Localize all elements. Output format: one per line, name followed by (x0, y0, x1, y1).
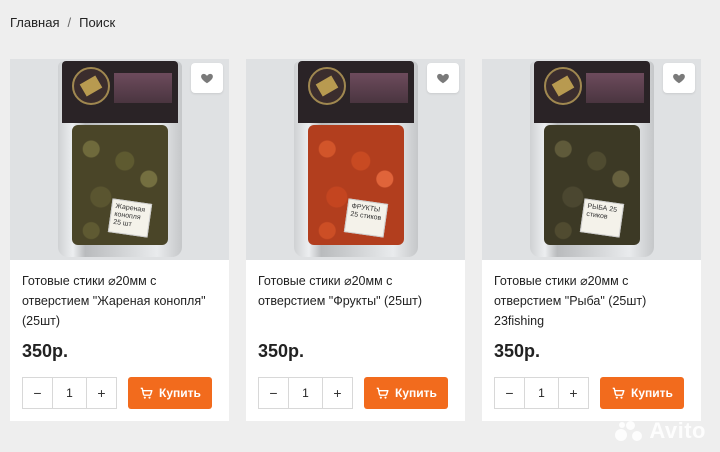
quantity-stepper: − 1 + (494, 377, 589, 409)
product-price: 350р. (22, 341, 69, 361)
brand-logo (308, 67, 346, 105)
buy-button[interactable]: Купить (128, 377, 212, 409)
product-sticker: Жареная конопля 25 шт (107, 198, 153, 238)
quantity-increase-button[interactable]: + (323, 378, 352, 408)
buy-button[interactable]: Купить (600, 377, 684, 409)
quantity-decrease-button[interactable]: − (259, 378, 288, 408)
quantity-input[interactable]: 1 (288, 378, 323, 408)
quantity-input[interactable]: 1 (524, 378, 559, 408)
product-title-link[interactable]: Готовые стики ⌀20мм с отверстием "Рыба" … (494, 271, 694, 331)
product-bag-illustration: Жареная конопля 25 шт (58, 61, 182, 257)
product-bag-illustration: ФРУКТЫ 25 стиков (294, 61, 418, 257)
product-price: 350р. (258, 341, 305, 361)
product-image[interactable]: ФРУКТЫ 25 стиков (246, 59, 465, 260)
brand-logo (544, 67, 582, 105)
product-card[interactable]: Жареная конопля 25 шт Готовые стики ⌀20м… (10, 59, 229, 421)
avito-watermark-text: Avito (649, 418, 706, 443)
product-sticker: ФРУКТЫ 25 стиков (343, 198, 389, 238)
quantity-decrease-button[interactable]: − (495, 378, 524, 408)
quantity-stepper: − 1 + (22, 377, 117, 409)
heart-icon (201, 73, 213, 84)
quantity-stepper: − 1 + (258, 377, 353, 409)
quantity-increase-button[interactable]: + (559, 378, 588, 408)
buy-button-label: Купить (159, 386, 201, 400)
favorite-button[interactable] (191, 63, 223, 93)
quantity-decrease-button[interactable]: − (23, 378, 52, 408)
breadcrumb-home-link[interactable]: Главная (10, 15, 59, 30)
buy-button[interactable]: Купить (364, 377, 448, 409)
buy-button-label: Купить (631, 386, 673, 400)
brand-logo (72, 67, 110, 105)
product-bag-illustration: РЫБА 25 стиков (530, 61, 654, 257)
breadcrumb: Главная / Поиск (10, 15, 115, 30)
product-price: 350р. (494, 341, 541, 361)
product-image[interactable]: Жареная конопля 25 шт (10, 59, 229, 260)
breadcrumb-separator: / (67, 15, 72, 30)
cart-icon (376, 387, 389, 399)
cart-icon (140, 387, 153, 399)
avito-logo-icon (615, 419, 643, 443)
product-card[interactable]: ФРУКТЫ 25 стиков Готовые стики ⌀20мм с о… (246, 59, 465, 421)
product-title-link[interactable]: Готовые стики ⌀20мм с отверстием "Жарена… (22, 271, 222, 331)
avito-watermark: Avito (615, 418, 706, 444)
favorite-button[interactable] (663, 63, 695, 93)
quantity-input[interactable]: 1 (52, 378, 87, 408)
heart-icon (437, 73, 449, 84)
product-grid: Жареная конопля 25 шт Готовые стики ⌀20м… (10, 59, 712, 452)
heart-icon (673, 73, 685, 84)
favorite-button[interactable] (427, 63, 459, 93)
product-title-link[interactable]: Готовые стики ⌀20мм с отверстием "Фрукты… (258, 271, 458, 311)
product-image[interactable]: РЫБА 25 стиков (482, 59, 701, 260)
cart-icon (612, 387, 625, 399)
product-sticker: РЫБА 25 стиков (579, 198, 625, 238)
breadcrumb-current: Поиск (79, 15, 116, 30)
buy-button-label: Купить (395, 386, 437, 400)
product-card[interactable]: РЫБА 25 стиков Готовые стики ⌀20мм с отв… (482, 59, 701, 421)
quantity-increase-button[interactable]: + (87, 378, 116, 408)
